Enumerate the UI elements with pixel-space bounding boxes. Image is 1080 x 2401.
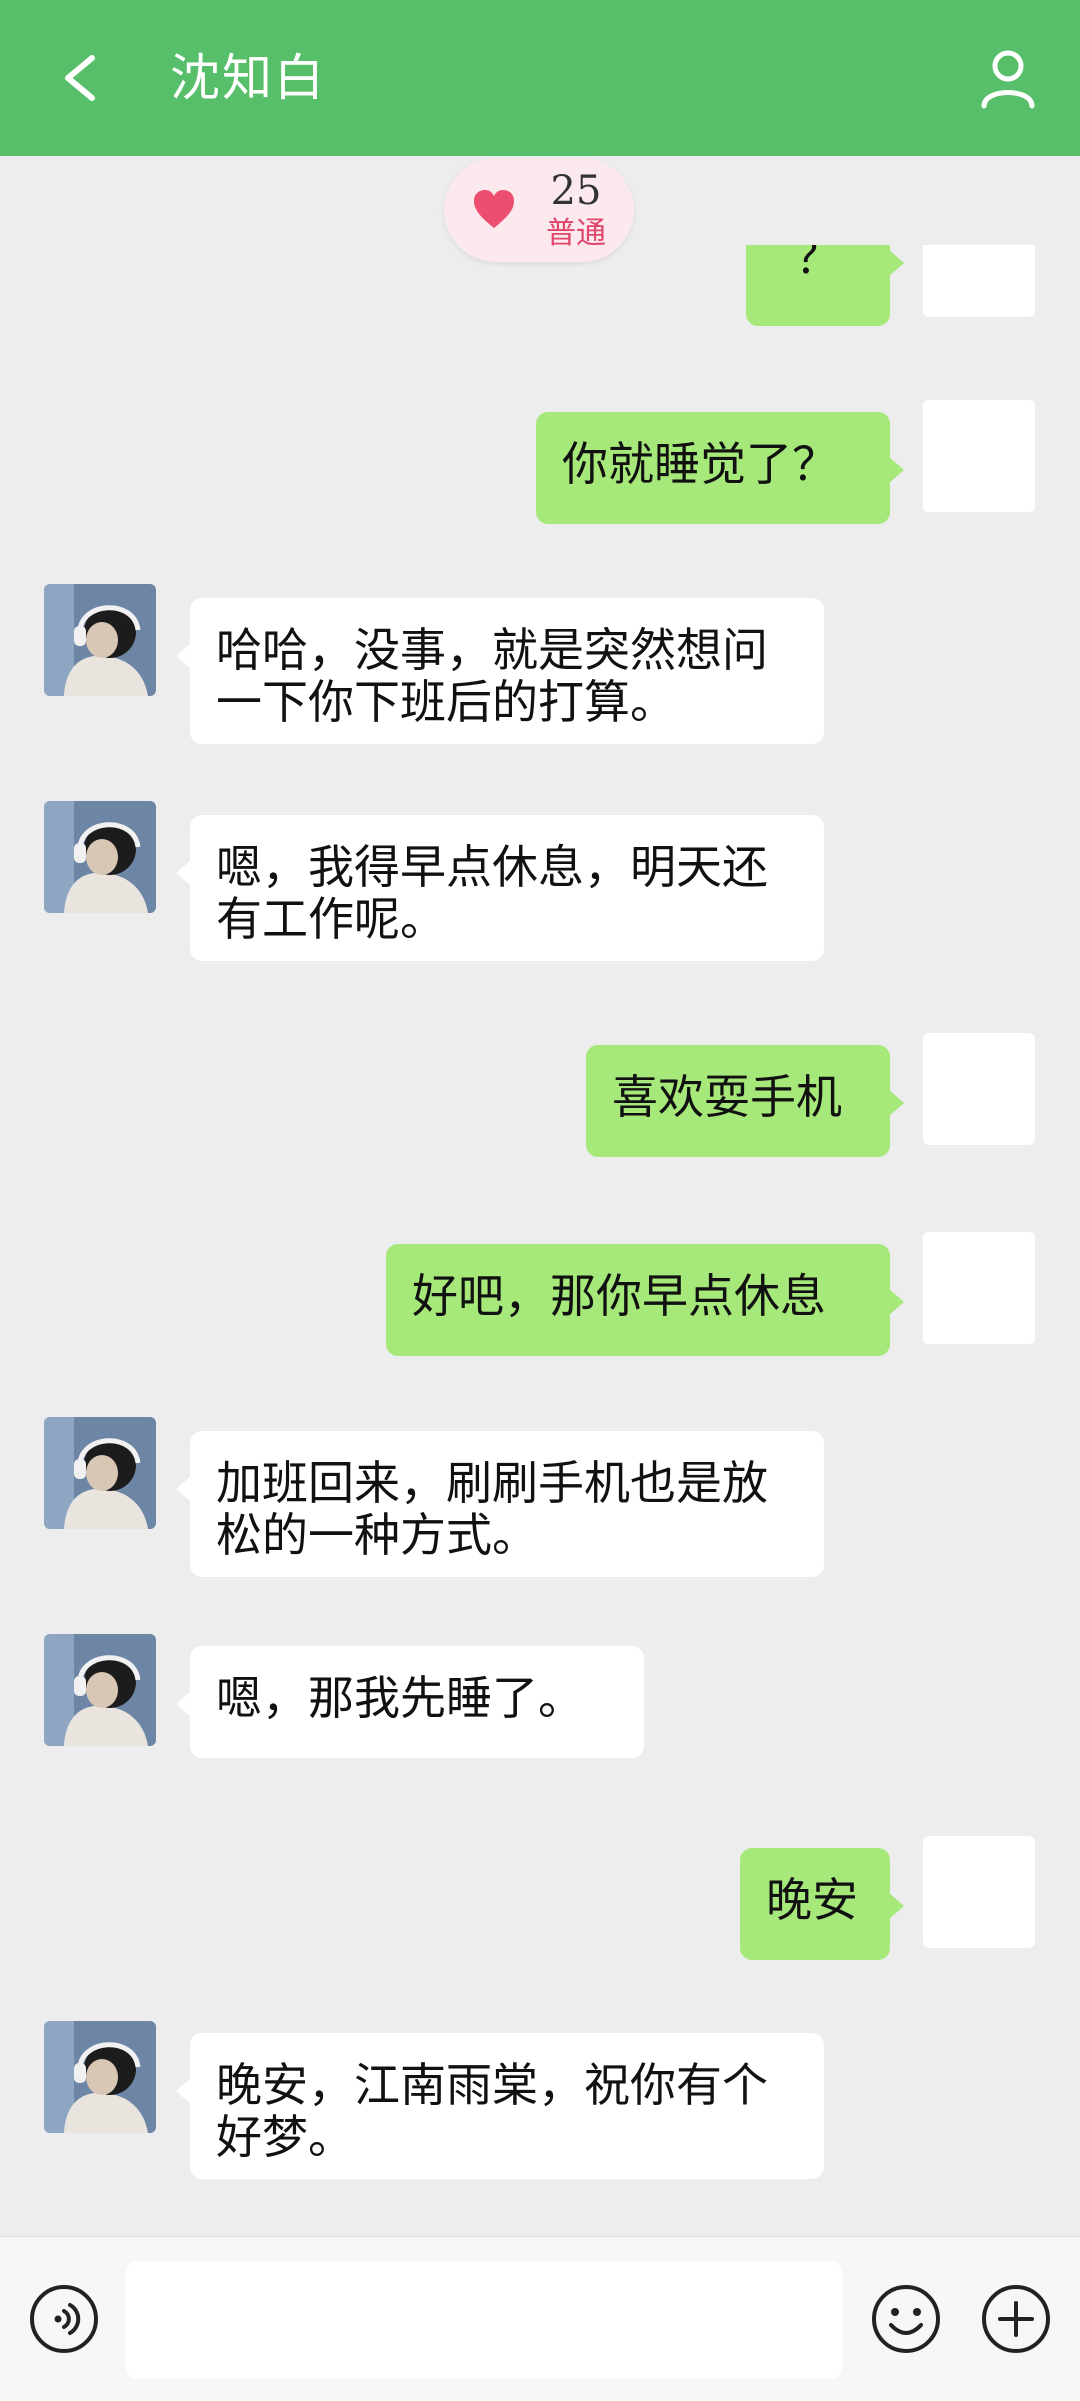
person-icon bbox=[981, 50, 1035, 109]
emoji-icon bbox=[872, 2285, 940, 2353]
emoji-button[interactable] bbox=[870, 2283, 942, 2355]
contact-avatar[interactable] bbox=[44, 1417, 156, 1529]
intimacy-badge[interactable]: 25 普通 bbox=[444, 158, 634, 262]
more-button[interactable] bbox=[980, 2283, 1052, 2355]
contact-avatar[interactable] bbox=[44, 584, 156, 696]
message-input[interactable] bbox=[126, 2261, 842, 2379]
my-avatar[interactable] bbox=[923, 400, 1035, 512]
my-message-bubble[interactable]: 喜欢耍手机 bbox=[586, 1045, 904, 1157]
contact-avatar[interactable] bbox=[44, 2021, 156, 2133]
profile-button[interactable] bbox=[976, 46, 1040, 110]
chat-header: 沈知白 bbox=[0, 0, 1080, 156]
contact-message-bubble[interactable]: 嗯，那我先睡了。 bbox=[176, 1646, 644, 1758]
my-message-bubble[interactable]: 好吧，那你早点休息 bbox=[386, 1244, 904, 1356]
intimacy-level: 普通 bbox=[546, 216, 606, 251]
avatar-photo bbox=[44, 1634, 156, 1746]
my-message-bubble[interactable]: 晚安 bbox=[740, 1848, 904, 1960]
my-message-bubble[interactable]: 你就睡觉了？ bbox=[536, 412, 904, 524]
contact-avatar[interactable] bbox=[44, 1634, 156, 1746]
heart-icon bbox=[474, 190, 514, 228]
contact-message-bubble[interactable]: 晚安，江南雨棠，祝你有个好梦。 bbox=[176, 2033, 824, 2179]
voice-button[interactable] bbox=[28, 2283, 100, 2355]
contact-avatar[interactable] bbox=[44, 801, 156, 913]
my-avatar[interactable] bbox=[923, 1836, 1035, 1948]
plus-circle-icon bbox=[982, 2285, 1050, 2353]
input-bar bbox=[0, 2236, 1080, 2401]
chevron-left-icon bbox=[65, 55, 95, 101]
chat-title: 沈知白 bbox=[170, 49, 326, 107]
my-avatar[interactable] bbox=[923, 245, 1035, 317]
my-avatar[interactable] bbox=[923, 1232, 1035, 1344]
avatar-photo bbox=[44, 801, 156, 913]
contact-message-bubble[interactable]: 嗯，我得早点休息，明天还有工作呢。 bbox=[176, 815, 824, 961]
avatar-photo bbox=[44, 1417, 156, 1529]
intimacy-score: 25 bbox=[550, 168, 602, 214]
avatar-photo bbox=[44, 2021, 156, 2133]
contact-message-bubble[interactable]: 加班回来，刷刷手机也是放松的一种方式。 bbox=[176, 1431, 824, 1577]
avatar-photo bbox=[44, 584, 156, 696]
my-message-bubble[interactable]: ？ bbox=[746, 245, 904, 326]
back-button[interactable] bbox=[52, 40, 112, 116]
contact-message-bubble[interactable]: 哈哈，没事，就是突然想问一下你下班后的打算。 bbox=[176, 598, 824, 744]
my-avatar[interactable] bbox=[923, 1033, 1035, 1145]
chat-message-list[interactable]: ？ 你就睡觉了？ 哈哈，没事，就是突然想问一下你下班后的打算。 嗯，我得早点休息… bbox=[0, 245, 1080, 2235]
voice-icon bbox=[30, 2285, 98, 2353]
